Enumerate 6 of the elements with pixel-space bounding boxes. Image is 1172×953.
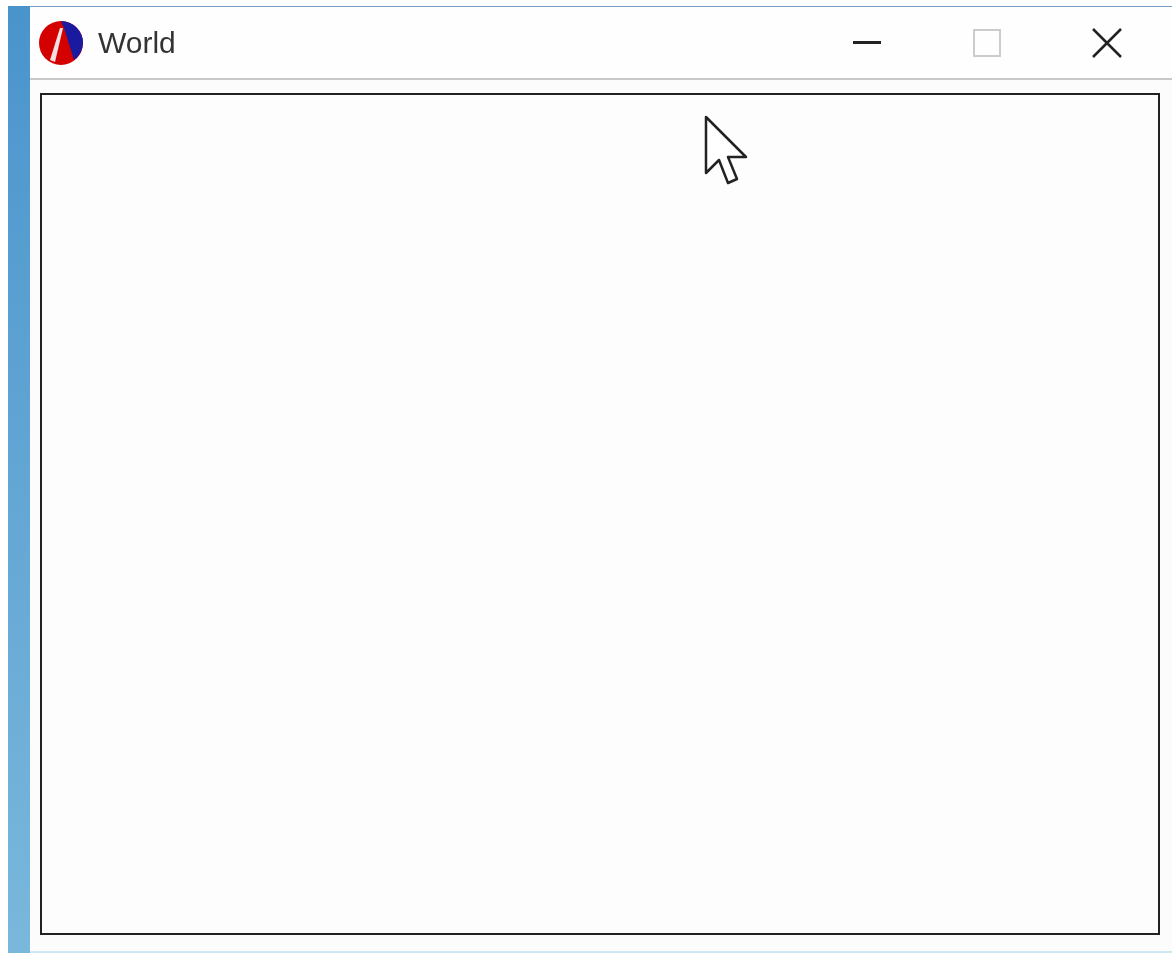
window-title: World xyxy=(98,25,176,61)
close-icon xyxy=(1092,27,1122,58)
maximize-icon xyxy=(973,28,1001,57)
mouse-cursor-icon xyxy=(704,115,750,187)
minimize-icon xyxy=(853,40,881,45)
app-logo-icon xyxy=(38,19,84,66)
